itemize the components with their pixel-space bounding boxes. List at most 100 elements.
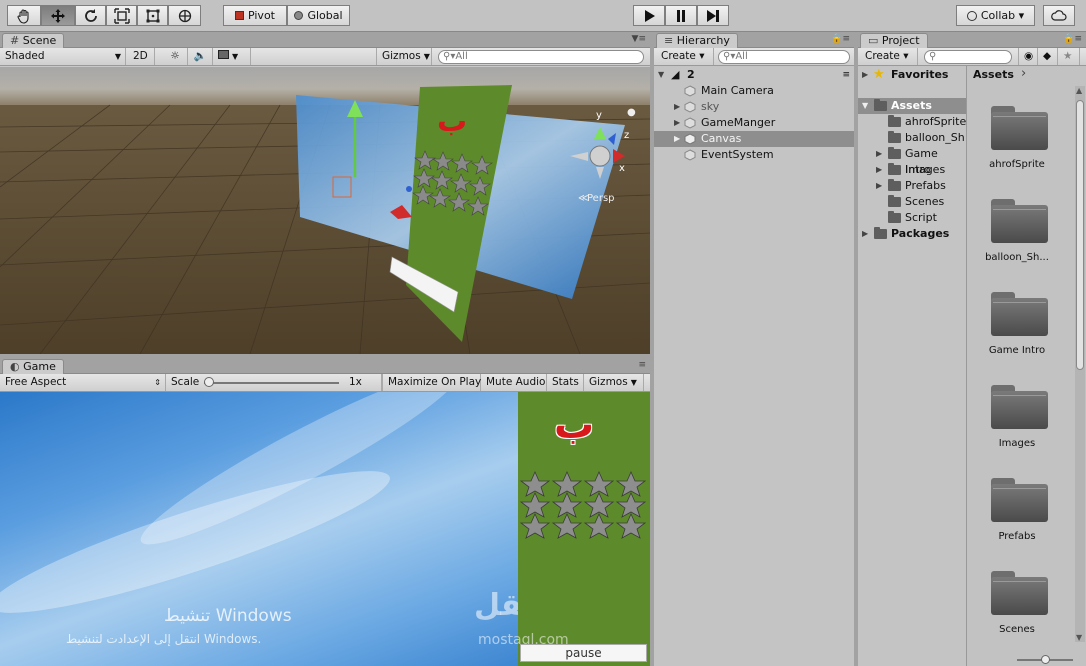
favorites-row[interactable]: ▶ ★ Favorites xyxy=(858,67,966,83)
lock-icon[interactable]: ● xyxy=(627,107,636,118)
expand-down-icon[interactable]: ▼ xyxy=(862,98,868,114)
unity-scene-icon: ◢ xyxy=(671,68,680,81)
scene-root-row[interactable]: ▼ ◢ 2 ≡ xyxy=(654,67,854,83)
transform-tool-button[interactable] xyxy=(168,5,201,26)
stats-toggle[interactable]: Stats xyxy=(547,374,584,391)
asset-folder-icon[interactable] xyxy=(991,476,1048,522)
expand-right-icon[interactable]: ▶ xyxy=(674,99,680,115)
cloud-icon xyxy=(1051,9,1067,21)
scene-gizmos-dropdown[interactable]: Gizmos ▼ xyxy=(376,48,432,65)
hierarchy-item[interactable]: EventSystem xyxy=(654,147,854,163)
tree-item[interactable]: ahrofSprite xyxy=(858,114,966,130)
tree-item-packages[interactable]: ▶ Packages xyxy=(858,226,966,242)
filter-by-type-button[interactable]: ◉ xyxy=(1018,48,1038,65)
rotate-tool-button[interactable] xyxy=(75,5,106,26)
expand-right-icon[interactable]: ▶ xyxy=(876,178,882,194)
scene-search-input[interactable]: ⚲▾All xyxy=(438,50,644,64)
filter-by-label-button[interactable]: ◆ xyxy=(1038,48,1058,65)
tab-hierarchy[interactable]: ≡ Hierarchy xyxy=(656,33,738,49)
lighting-toggle[interactable]: ☼ xyxy=(163,48,188,65)
hierarchy-panel: ≡ Hierarchy 🔒≡ Create ▾ ⚲▾All ▼ ◢ 2 ≡ Ma… xyxy=(654,32,854,666)
mute-audio-toggle[interactable]: Mute Audio xyxy=(481,374,547,391)
expand-right-icon[interactable]: ▶ xyxy=(674,115,680,131)
2d-toggle[interactable]: 2D xyxy=(128,48,155,65)
expand-right-icon[interactable]: ▶ xyxy=(674,131,680,147)
favorite-button[interactable]: ★ xyxy=(1058,48,1080,65)
hierarchy-item[interactable]: Main Camera xyxy=(654,83,854,99)
expand-right-icon[interactable]: ▶ xyxy=(876,162,882,178)
scale-slider-thumb[interactable] xyxy=(204,377,214,387)
tab-game[interactable]: ◐ Game xyxy=(2,359,64,375)
scrollbar-thumb[interactable] xyxy=(1076,100,1084,370)
scale-control: Scale 1x xyxy=(166,374,382,391)
move-tool-button[interactable] xyxy=(41,5,75,26)
expand-down-icon[interactable]: ▼ xyxy=(658,67,664,83)
scale-slider[interactable] xyxy=(204,382,339,384)
game-panel-menu-icon[interactable]: ≡ xyxy=(638,360,646,370)
tree-item[interactable]: balloon_Sh xyxy=(858,130,966,146)
icon-size-slider-thumb[interactable] xyxy=(1041,655,1050,664)
effects-dropdown[interactable]: ▼ xyxy=(213,48,251,65)
panel-menu-icon[interactable]: ▼≡ xyxy=(632,34,646,44)
rect-tool-button[interactable] xyxy=(137,5,168,26)
aspect-dropdown[interactable]: Free Aspect ⇕ xyxy=(0,374,166,391)
cloud-sync-icon xyxy=(966,10,977,21)
tree-item[interactable]: Script xyxy=(858,210,966,226)
asset-folder-icon[interactable] xyxy=(991,197,1048,243)
mostaql-logo-text: مستقل xyxy=(474,588,518,623)
2d-label: 2D xyxy=(133,50,148,62)
hierarchy-item[interactable]: ▶ GameManger xyxy=(654,115,854,131)
z-axis-handle[interactable] xyxy=(406,186,412,192)
hierarchy-search-input[interactable]: ⚲▾All xyxy=(718,50,850,64)
project-search-input[interactable]: ⚲ xyxy=(924,50,1012,64)
scroll-up-icon[interactable]: ▲ xyxy=(1076,86,1082,95)
pause-button[interactable] xyxy=(665,5,697,26)
tree-item[interactable]: ▶ Game Intro xyxy=(858,146,966,176)
tree-item[interactable]: Scenes xyxy=(858,194,966,210)
hierarchy-item-selected[interactable]: ▶ Canvas xyxy=(654,131,854,147)
game-pause-button[interactable]: pause xyxy=(520,644,647,662)
folder-icon xyxy=(888,211,901,223)
hierarchy-item-label: Canvas xyxy=(701,132,742,145)
asset-folder-label: Scenes xyxy=(999,624,1035,635)
hierarchy-item[interactable]: ▶ sky xyxy=(654,99,854,115)
audio-toggle[interactable]: 🔈 xyxy=(188,48,213,65)
scroll-down-icon[interactable]: ▼ xyxy=(1076,633,1082,642)
hierarchy-tabbar: ≡ Hierarchy 🔒≡ xyxy=(654,32,854,49)
folder-icon xyxy=(874,99,887,111)
tree-item-assets[interactable]: ▼ Assets xyxy=(858,98,966,114)
tree-item[interactable]: ▶ Prefabs xyxy=(858,178,966,194)
step-button[interactable] xyxy=(697,5,729,26)
shading-dropdown[interactable]: Shaded ▼ xyxy=(0,48,126,65)
icon-size-slider[interactable] xyxy=(1017,655,1073,665)
cloud-button[interactable] xyxy=(1043,5,1075,26)
expand-right-icon[interactable]: ▶ xyxy=(876,146,882,162)
hierarchy-create-dropdown[interactable]: Create ▾ xyxy=(656,48,714,65)
assets-scrollbar[interactable]: ▲ ▼ xyxy=(1075,86,1085,642)
project-lock-menu-icon[interactable]: 🔒≡ xyxy=(1063,34,1082,44)
pivot-toggle[interactable]: Pivot xyxy=(223,5,287,26)
scene-viewport[interactable]: ب y x z Persp ≪ ● xyxy=(0,67,650,354)
tree-item[interactable]: ▶ Images xyxy=(858,162,966,178)
assets-breadcrumb-label[interactable]: Assets xyxy=(973,68,1014,81)
global-toggle[interactable]: Global xyxy=(287,5,350,26)
asset-folder-icon[interactable] xyxy=(991,104,1048,150)
hand-tool-button[interactable] xyxy=(7,5,41,26)
tree-item-label: Images xyxy=(905,163,946,176)
game-gizmos-dropdown[interactable]: Gizmos ▼ xyxy=(584,374,644,391)
scale-tool-button[interactable] xyxy=(106,5,137,26)
tab-scene[interactable]: # Scene xyxy=(2,33,65,49)
play-button[interactable] xyxy=(633,5,665,26)
asset-folder-icon[interactable] xyxy=(991,290,1048,336)
asset-folder-icon[interactable] xyxy=(991,569,1048,615)
expand-right-icon[interactable]: ▶ xyxy=(862,226,868,242)
scene-row-menu-icon[interactable]: ≡ xyxy=(842,67,850,83)
asset-folder-icon[interactable] xyxy=(991,383,1048,429)
tab-project[interactable]: ▭ Project xyxy=(860,33,928,49)
collab-button[interactable]: Collab ▾ xyxy=(956,5,1035,26)
project-create-dropdown[interactable]: Create ▾ xyxy=(860,48,918,65)
expand-right-icon[interactable]: ▶ xyxy=(862,67,868,83)
hierarchy-lock-menu-icon[interactable]: 🔒≡ xyxy=(831,34,850,44)
maximize-on-play-toggle[interactable]: Maximize On Play xyxy=(382,374,481,391)
gameobject-cube-icon xyxy=(684,149,696,161)
